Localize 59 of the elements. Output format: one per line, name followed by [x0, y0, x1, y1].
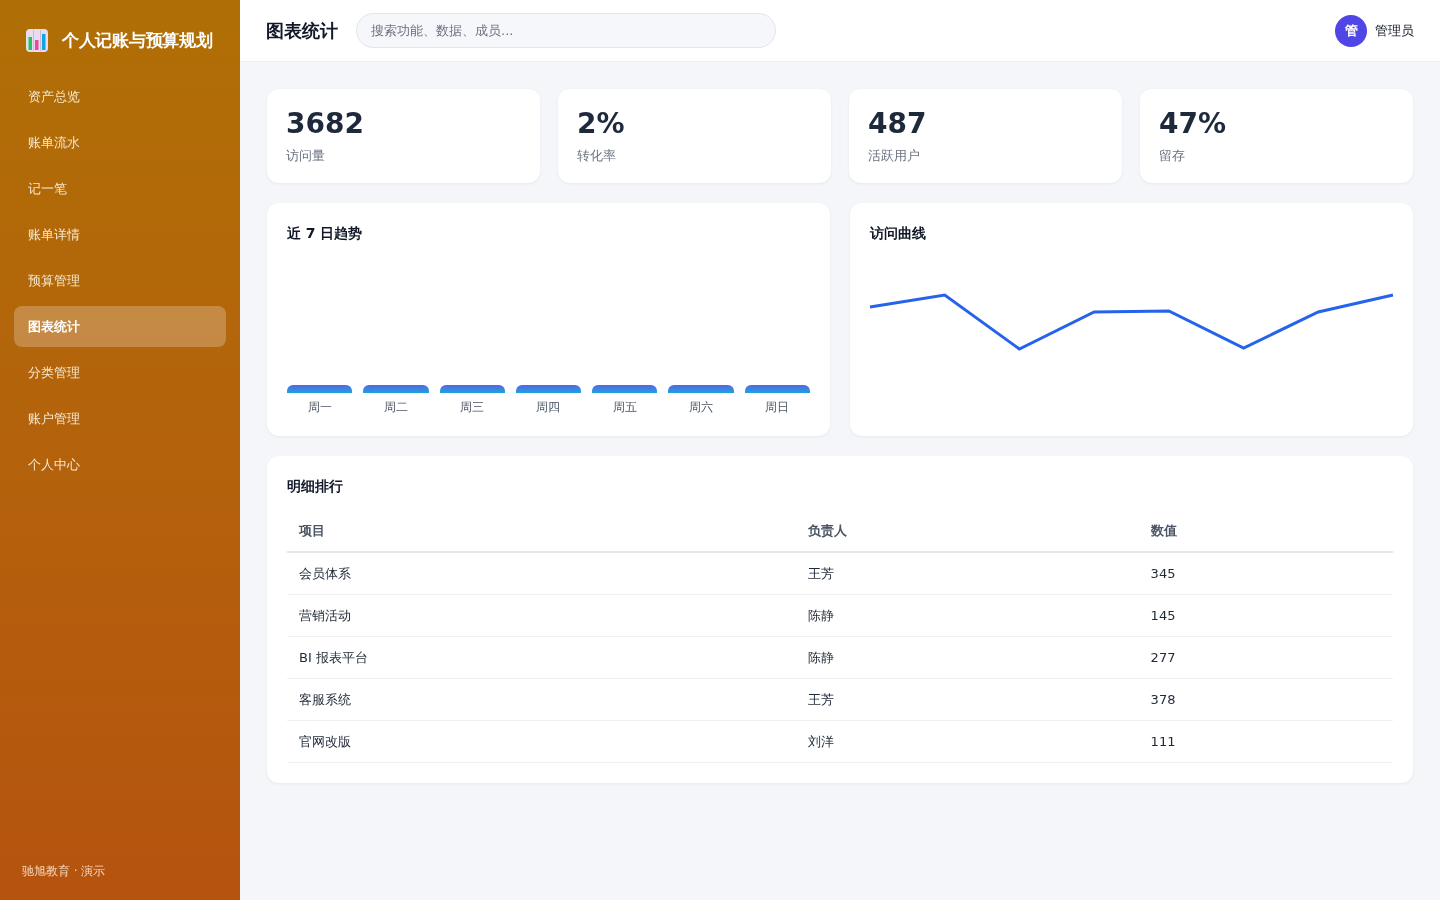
- card-title: 访问曲线: [870, 224, 927, 243]
- stat-label: 活跃用户: [868, 147, 921, 165]
- sidebar-item[interactable]: 个人中心: [14, 444, 226, 485]
- stat-value: 487: [868, 107, 928, 141]
- footer-text: 驰旭教育 · 演示: [21, 863, 107, 880]
- table-cell: 378: [1138, 678, 1393, 721]
- stat-label: 转化率: [577, 147, 617, 165]
- table-cell: 王芳: [795, 552, 1139, 595]
- column-header: 项目: [287, 510, 796, 552]
- column-header: 数值: [1138, 510, 1393, 552]
- chart-bar: [744, 385, 810, 393]
- table-cell: 官网改版: [287, 720, 796, 763]
- stat-value: 47%: [1159, 107, 1228, 141]
- chart-bar: [287, 385, 353, 393]
- sidebar-item[interactable]: 账户管理: [14, 398, 226, 439]
- chart-bar: [439, 385, 505, 393]
- search-field[interactable]: 搜索功能、数据、成员...: [356, 13, 776, 48]
- axis-label: 周六: [688, 399, 715, 416]
- axis-label: 周三: [459, 399, 486, 416]
- sidebar-item[interactable]: 资产总览: [14, 76, 226, 117]
- axis-label: 周四: [535, 399, 562, 416]
- table-cell: 营销活动: [287, 594, 796, 637]
- axis-label: 周一: [306, 399, 333, 416]
- page-title: 图表统计: [266, 18, 338, 43]
- app-title: 个人记账与预算规划: [62, 28, 213, 52]
- sidebar-item[interactable]: 图表统计: [14, 306, 226, 347]
- sidebar-item[interactable]: 记一笔: [14, 168, 226, 209]
- chart-bar: [363, 385, 429, 393]
- column-header: 负责人: [795, 510, 1139, 552]
- axis-label: 周二: [382, 399, 409, 416]
- sidebar-item[interactable]: 账单详情: [14, 214, 226, 255]
- table-cell: 陈静: [795, 636, 1139, 679]
- table-cell: BI 报表平台: [287, 636, 796, 679]
- chart-bar: [515, 385, 582, 393]
- table-cell: 145: [1138, 594, 1393, 637]
- table-cell: 111: [1138, 720, 1393, 763]
- user-avatar[interactable]: 管: [1335, 14, 1367, 47]
- card-title: 近 7 日趋势: [287, 224, 364, 243]
- chart-bar: [668, 385, 734, 393]
- bar-chart-logo-icon: [26, 28, 48, 52]
- chart-bar: [592, 385, 658, 393]
- stat-label: 访问量: [286, 147, 326, 165]
- table-cell: 王芳: [795, 678, 1139, 721]
- table-cell: 会员体系: [287, 552, 796, 595]
- card-title: 明细排行: [287, 477, 344, 496]
- user-name: 管理员: [1375, 21, 1414, 40]
- table-cell: 277: [1138, 636, 1393, 679]
- table-cell: 陈静: [795, 594, 1139, 637]
- stat-value: 2%: [577, 107, 626, 141]
- stat-label: 留存: [1159, 147, 1186, 165]
- stat-value: 3682: [286, 107, 365, 141]
- sidebar-item[interactable]: 账单流水: [14, 122, 226, 163]
- table-cell: 客服系统: [287, 678, 796, 721]
- table-cell: 345: [1138, 552, 1393, 595]
- axis-label: 周日: [764, 399, 791, 416]
- axis-label: 周五: [611, 399, 638, 416]
- sidebar-item[interactable]: 分类管理: [14, 352, 226, 393]
- sidebar-item[interactable]: 预算管理: [14, 260, 226, 301]
- table-cell: 刘洋: [795, 720, 1139, 763]
